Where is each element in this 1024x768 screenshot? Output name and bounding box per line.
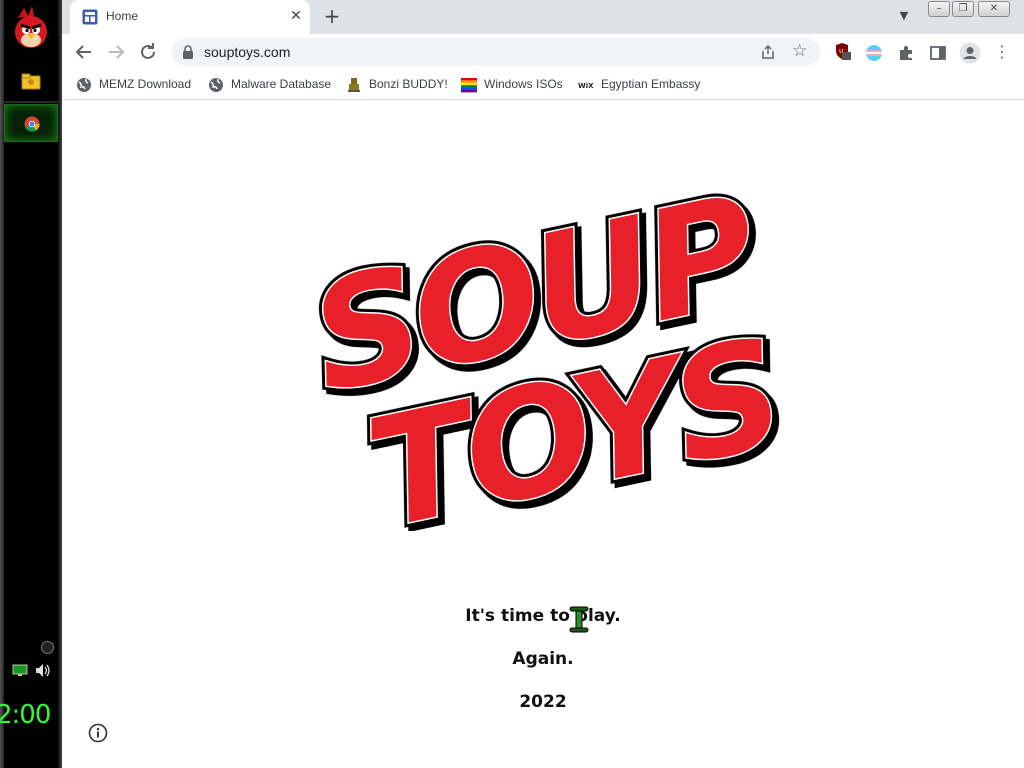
tagline-year: 2022 [519, 692, 567, 712]
address-bar[interactable]: souptoys.com ☆ [172, 38, 820, 66]
forward-button[interactable] [104, 40, 128, 64]
folder-icon[interactable] [21, 72, 41, 90]
tab-close-icon[interactable]: ✕ [288, 8, 304, 24]
monitor-icon[interactable] [12, 664, 28, 677]
tagline-play: It's time to play. [465, 606, 621, 626]
extensions-puzzle-icon[interactable] [897, 44, 915, 62]
minimize-button[interactable]: – [928, 1, 950, 17]
rainbow-flag-icon [461, 78, 477, 93]
side-panel-icon[interactable] [929, 44, 947, 62]
bookmarks-bar: MEMZ Download Malware Database Bonzi BUD… [62, 70, 1024, 100]
reload-button[interactable] [136, 40, 160, 64]
tab-home[interactable]: Home ✕ [70, 0, 310, 34]
taskbar-divider [4, 101, 58, 103]
back-arrow-icon [75, 45, 91, 59]
menu-kebab-icon[interactable]: ⋮ [990, 40, 1014, 64]
url-text: souptoys.com [204, 44, 291, 60]
tray-expand-icon[interactable] [41, 641, 54, 654]
tab-strip: Home ✕ + ▼ – ❐ ✕ [62, 0, 1024, 34]
volume-icon[interactable] [35, 663, 51, 678]
info-icon[interactable] [88, 723, 108, 743]
browser-window: Home ✕ + ▼ – ❐ ✕ souptoys.com ☆ u ⋮ MEMZ… [62, 0, 1024, 768]
new-tab-button[interactable]: + [320, 6, 344, 28]
wix-icon: WiX [578, 82, 594, 90]
profile-avatar-icon[interactable] [959, 42, 981, 64]
svg-text:WiX: WiX [578, 82, 594, 90]
ublock-extension-icon[interactable]: u [834, 42, 852, 60]
text-cursor-icon [569, 606, 589, 633]
restore-button[interactable]: ❐ [952, 1, 974, 17]
trans-flag-extension-icon[interactable] [865, 44, 883, 62]
lock-icon[interactable] [182, 45, 194, 59]
forward-arrow-icon [109, 45, 125, 59]
reload-icon [141, 43, 155, 59]
page-content: SOUP TOYS SOUP TOYS SOUP TOYS It's time … [62, 101, 1024, 768]
share-icon[interactable] [760, 44, 776, 60]
bookmark-star-icon[interactable]: ☆ [792, 41, 807, 61]
bonzi-icon [348, 78, 360, 92]
browser-toolbar: souptoys.com ☆ u 1 [62, 34, 1024, 97]
angry-bird-start-icon[interactable] [10, 6, 52, 50]
globe-icon [77, 78, 91, 92]
back-button[interactable] [72, 40, 96, 64]
chrome-icon [24, 116, 40, 132]
tab-search-chevron-icon[interactable]: ▼ [894, 9, 914, 25]
close-window-button[interactable]: ✕ [978, 1, 1010, 17]
page-favicon-icon [82, 9, 98, 25]
globe-icon [209, 78, 223, 92]
tagline-again: Again. [512, 649, 574, 669]
taskbar-chrome-button[interactable] [4, 104, 58, 142]
tab-title: Home [106, 9, 139, 23]
soup-toys-logo: SOUP TOYS SOUP TOYS SOUP TOYS [292, 186, 797, 531]
taskbar: 2:00 [0, 0, 62, 768]
taskbar-clock: 2:00 [0, 700, 51, 730]
